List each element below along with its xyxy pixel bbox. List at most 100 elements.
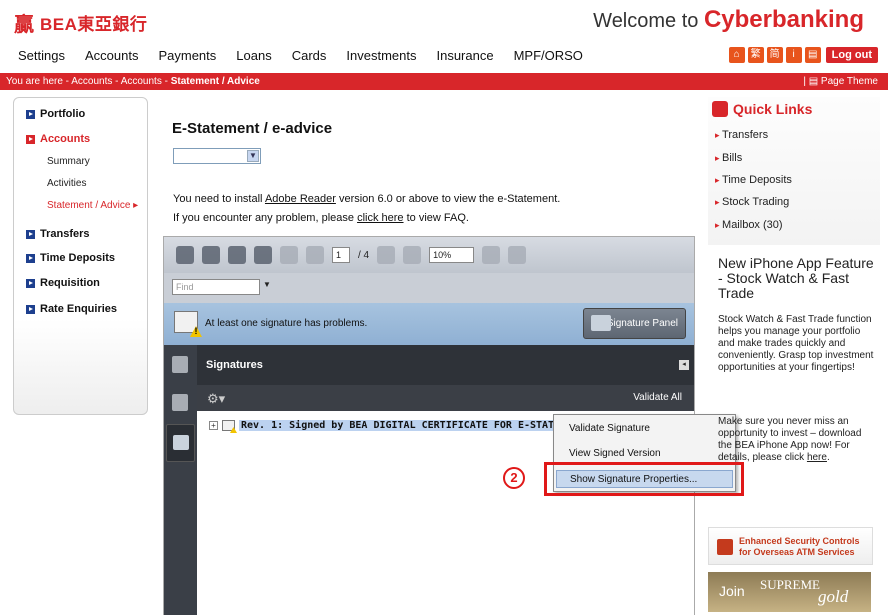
- info-adobe: You need to install Adobe Reader version…: [173, 193, 560, 205]
- info-adobe-pre: You need to install: [173, 193, 265, 205]
- promo-here-link[interactable]: here: [807, 452, 827, 463]
- chinese-simp-icon[interactable]: 简: [766, 47, 783, 63]
- nav-insurance[interactable]: Insurance: [426, 46, 503, 66]
- sidebar-item-time-deposits[interactable]: Time Deposits: [26, 252, 115, 264]
- signature-pen-icon: [591, 315, 611, 331]
- info-adobe-post: version 6.0 or above to view the e-State…: [335, 193, 561, 205]
- breadcrumb: You are here - Accounts - Accounts - Sta…: [0, 76, 260, 87]
- signature-panel-button[interactable]: Signature Panel: [583, 308, 686, 339]
- quick-link-time-deposits[interactable]: Time Deposits: [715, 174, 792, 186]
- signatures-icon[interactable]: [166, 424, 195, 462]
- atm-security-line2: for Overseas ATM Services: [739, 547, 855, 557]
- sidebar-item-portfolio[interactable]: Portfolio: [26, 108, 85, 120]
- signature-problem-icon: [222, 420, 235, 431]
- validate-all-button[interactable]: Validate All: [633, 392, 682, 403]
- breadcrumb-current: Statement / Advice: [170, 76, 260, 87]
- full-screen-icon[interactable]: [508, 246, 527, 264]
- quick-link-mailbox[interactable]: Mailbox (30): [715, 219, 783, 231]
- sidebar-item-requisition[interactable]: Requisition: [26, 277, 100, 289]
- nav-settings[interactable]: Settings: [0, 46, 75, 66]
- supreme-join: Join: [719, 583, 745, 599]
- sidebar-subitem-summary[interactable]: Summary: [47, 156, 90, 167]
- next-page-icon[interactable]: [306, 246, 324, 264]
- save-icon[interactable]: [202, 246, 220, 264]
- promo-heading: New iPhone App Feature - Stock Watch & F…: [718, 255, 874, 301]
- quick-link-stock-trading[interactable]: Stock Trading: [715, 196, 789, 208]
- supreme-gold: gold: [818, 587, 849, 606]
- signatures-header: Signatures ◂: [197, 345, 694, 385]
- quick-link-transfers[interactable]: Transfers: [715, 129, 768, 141]
- signature-warning-bar: At least one signature has problems. Sig…: [164, 303, 694, 345]
- statement-select[interactable]: ▼: [173, 148, 261, 164]
- nav-loans[interactable]: Loans: [226, 46, 281, 66]
- signature-entry-label[interactable]: Rev. 1: Signed by BEA DIGITAL CERTIFICAT…: [239, 420, 587, 431]
- adobe-reader-link[interactable]: Adobe Reader: [265, 193, 336, 205]
- atm-security-banner[interactable]: Enhanced Security Controls for Overseas A…: [708, 527, 873, 565]
- arrow-box-icon: [26, 134, 35, 144]
- page-theme-label: Page Theme: [820, 76, 878, 87]
- signature-entry[interactable]: + Rev. 1: Signed by BEA DIGITAL CERTIFIC…: [209, 420, 587, 431]
- breadcrumb-bar: You are here - Accounts - Accounts - Sta…: [0, 73, 888, 90]
- logout-button[interactable]: Log out: [825, 47, 878, 63]
- info-faq-post: to view FAQ.: [403, 212, 469, 224]
- arrow-box-icon: [26, 278, 35, 288]
- page-theme-link[interactable]: | ▤ Page Theme: [803, 73, 878, 90]
- pdf-toolbar: 1 / 4 10%: [164, 237, 694, 273]
- find-input[interactable]: Find: [172, 279, 260, 295]
- nav-investments[interactable]: Investments: [336, 46, 426, 66]
- welcome-banner: Welcome to Cyberbanking: [593, 6, 864, 34]
- menu-view-signed-version[interactable]: View Signed Version: [569, 448, 661, 459]
- chinese-trad-icon[interactable]: 繁: [747, 47, 764, 63]
- zoom-in-icon[interactable]: [403, 246, 422, 264]
- menu-validate-signature[interactable]: Validate Signature: [569, 423, 650, 434]
- nav-accounts[interactable]: Accounts: [75, 46, 148, 66]
- signatures-title: Signatures: [206, 359, 263, 371]
- quick-links: Quick Links Transfers Bills Time Deposit…: [708, 97, 880, 245]
- print-icon[interactable]: ▤: [804, 47, 821, 63]
- home-icon[interactable]: ⌂: [728, 47, 745, 63]
- supreme-gold-banner[interactable]: Join SUPREME gold: [708, 572, 871, 612]
- atm-security-text: Enhanced Security Controls for Overseas A…: [739, 536, 860, 558]
- sidebar-item-rate-enquiries[interactable]: Rate Enquiries: [26, 303, 117, 315]
- left-sidebar: Portfolio Accounts Summary Activities St…: [13, 97, 148, 415]
- print-icon[interactable]: [176, 246, 194, 264]
- zoom-out-icon[interactable]: [377, 246, 396, 264]
- comment-icon[interactable]: [254, 246, 272, 264]
- zoom-select[interactable]: 10%: [429, 247, 475, 263]
- pages-icon[interactable]: [172, 356, 188, 373]
- bea-logo[interactable]: 贏 BEA東亞銀行: [14, 8, 147, 37]
- info-faq: If you encounter any problem, please cli…: [173, 212, 469, 224]
- sidebar-subitem-statement[interactable]: Statement / Advice ▸: [47, 200, 138, 211]
- logo-name: BEA東亞銀行: [40, 15, 148, 34]
- sidebar-item-label: Time Deposits: [40, 252, 115, 264]
- highlight-frame: [544, 462, 744, 496]
- arrow-box-icon: [26, 109, 35, 119]
- link-icon: [712, 101, 728, 117]
- navigation-rail: [164, 345, 197, 615]
- info-icon[interactable]: i: [785, 47, 802, 63]
- atm-security-line1: Enhanced Security Controls: [739, 536, 860, 546]
- nav-payments[interactable]: Payments: [148, 46, 226, 66]
- quick-link-bills[interactable]: Bills: [715, 152, 742, 164]
- previous-page-icon[interactable]: [280, 246, 298, 264]
- nav-cards[interactable]: Cards: [282, 46, 337, 66]
- sidebar-item-accounts[interactable]: Accounts: [26, 133, 90, 145]
- welcome-prefix: Welcome to: [593, 10, 699, 32]
- fit-page-icon[interactable]: [482, 246, 501, 264]
- page-number-input[interactable]: 1: [332, 247, 350, 263]
- sidebar-item-label: Portfolio: [40, 108, 86, 120]
- find-dropdown-icon[interactable]: ▼: [263, 280, 271, 289]
- sidebar-item-transfers[interactable]: Transfers: [26, 228, 90, 240]
- expand-icon[interactable]: +: [209, 421, 218, 430]
- promo-body-download: Make sure you never miss an opportunity …: [718, 416, 878, 464]
- faq-link[interactable]: click here: [357, 212, 403, 224]
- find-row: Find ▼: [164, 273, 694, 303]
- attachments-icon[interactable]: [172, 394, 188, 411]
- nav-mpf-orso[interactable]: MPF/ORSO: [504, 46, 593, 66]
- chevron-down-icon[interactable]: ▼: [247, 150, 259, 162]
- sidebar-subitem-activities[interactable]: Activities: [47, 178, 86, 189]
- collapse-panel-icon[interactable]: ◂: [679, 360, 689, 370]
- share-icon[interactable]: [228, 246, 246, 264]
- signatures-toolbar: ⚙▾ Validate All: [197, 385, 694, 411]
- gear-icon[interactable]: ⚙▾: [207, 391, 225, 407]
